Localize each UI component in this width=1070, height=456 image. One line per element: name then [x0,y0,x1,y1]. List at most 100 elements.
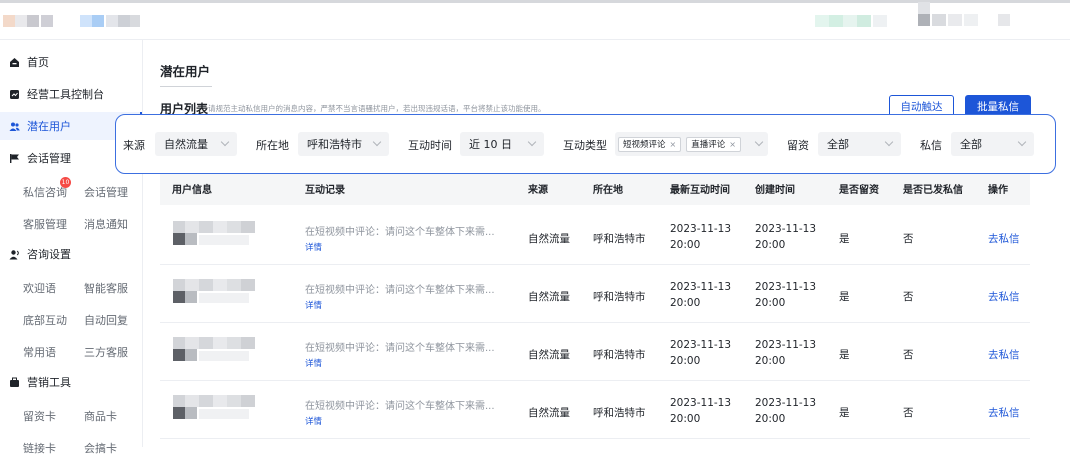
sidebar-sub-third-party-cs[interactable]: 三方客服 [84,344,128,360]
sidebar-sub-bottom-interact[interactable]: 底部互动 [23,312,67,328]
filter-time-value: 近 10 日 [469,138,512,151]
filter-source-select[interactable]: 自然流量 [155,132,237,156]
sidebar-sub-common-phrases[interactable]: 常用语 [23,344,56,360]
interaction-record: 在短视频中评论：请问这个车整体下来需... [305,343,495,354]
private-msg-badge: 10 [60,177,71,188]
type-tag-label: 短视频评论 [623,140,666,150]
lead-cell: 是 [839,349,850,361]
sidebar-item-label: 潜在用户 [27,120,71,133]
sidebar-item-label: 营销工具 [27,376,71,389]
filter-location-value: 呼和浩特市 [307,138,362,151]
header-user-info: 用户信息 [172,185,212,196]
sidebar-sub-smart-cs[interactable]: 智能客服 [84,280,128,296]
sidebar-sub-lead-card[interactable]: 留资卡 [23,408,56,424]
latest-time: 20:00 [670,297,701,309]
sidebar-sub-msg-notify[interactable]: 消息通知 [84,216,128,232]
filter-type-select[interactable]: 短视频评论 × 直播评论 × [615,132,768,156]
created-date: 2023-11-13 [755,281,817,293]
sidebar-item-dashboard[interactable]: 经营工具控制台 [0,80,142,108]
location-cell: 呼和浩特市 [593,349,646,361]
created-time: 20:00 [755,297,786,309]
source-cell: 自然流量 [528,349,570,361]
dashboard-icon [10,89,19,99]
filter-msg-label: 私信 [920,139,942,152]
close-icon[interactable]: × [729,140,736,149]
send-message-link[interactable]: 去私信 [988,405,1020,420]
location-cell: 呼和浩特市 [593,233,646,245]
sidebar-sub-coupon-card[interactable]: 会搞卡 [84,440,117,456]
created-date: 2023-11-13 [755,397,817,409]
chevron-down-icon [754,137,764,147]
created-time: 20:00 [755,413,786,425]
created-time: 20:00 [755,355,786,367]
send-message-link[interactable]: 去私信 [988,289,1020,304]
chevron-down-icon [527,137,537,147]
latest-date: 2023-11-13 [670,223,732,235]
filter-lead-value: 全部 [827,138,849,151]
blurred-app-name [80,12,142,28]
detail-link[interactable]: 详情 [305,241,322,253]
blurred-user-avatar[interactable] [918,2,1028,28]
header-location: 所在地 [593,185,623,196]
filter-msg-value: 全部 [960,138,982,151]
type-tag-label: 直播评论 [691,140,726,150]
sent-cell: 否 [903,349,914,361]
sidebar-sub-welcome[interactable]: 欢迎语 [23,280,56,296]
users-icon [9,122,20,131]
top-stripe [0,0,1070,3]
created-time: 20:00 [755,239,786,251]
send-message-link[interactable]: 去私信 [988,231,1020,246]
type-tag: 直播评论 × [686,136,741,152]
sidebar-sub-link-card[interactable]: 链接卡 [23,440,56,456]
list-note: 请规范主动私信用户的消息内容，严禁不当言语骚扰用户，若出现违规话语，平台将禁止该… [208,104,546,113]
filter-location-select[interactable]: 呼和浩特市 [298,132,389,156]
type-tag: 短视频评论 × [618,136,682,152]
filter-lead-label: 留资 [787,139,809,152]
sidebar-item-consult-settings[interactable]: 咨询设置 [0,240,142,268]
filter-time-select[interactable]: 近 10 日 [460,132,544,156]
detail-link[interactable]: 详情 [305,357,322,369]
close-icon[interactable]: × [670,140,677,149]
send-message-link[interactable]: 去私信 [988,347,1020,362]
sidebar-item-label: 经营工具控制台 [27,88,104,101]
blurred-user-info [173,395,255,419]
latest-date: 2023-11-13 [670,397,732,409]
sidebar-item-marketing-tools[interactable]: 营销工具 [0,368,142,396]
header-latest-time: 最新互动时间 [670,185,730,196]
header-action: 操作 [988,185,1008,196]
source-cell: 自然流量 [528,407,570,419]
filter-lead-select[interactable]: 全部 [818,132,901,156]
filter-source-value: 自然流量 [164,138,208,151]
filter-msg-select[interactable]: 全部 [951,132,1034,156]
sidebar-item-label: 首页 [27,56,49,69]
chevron-down-icon [884,137,894,147]
consult-icon [9,249,19,259]
briefcase-icon [10,377,19,387]
header-interaction-record: 互动记录 [305,185,345,196]
blurred-account[interactable] [815,12,905,28]
sidebar-item-home[interactable]: 首页 [0,48,142,76]
source-cell: 自然流量 [528,233,570,245]
chevron-down-icon [220,137,230,147]
sent-cell: 否 [903,407,914,419]
blurred-logo [0,12,56,28]
header-sent: 是否已发私信 [903,185,963,196]
chevron-down-icon [372,137,382,147]
interaction-record: 在短视频中评论：请问这个车整体下来需... [305,401,495,412]
sidebar-item-label: 咨询设置 [27,248,71,261]
lead-cell: 是 [839,233,850,245]
location-cell: 呼和浩特市 [593,291,646,303]
detail-link[interactable]: 详情 [305,415,322,427]
sent-cell: 否 [903,233,914,245]
detail-link[interactable]: 详情 [305,299,322,311]
sidebar-sub-session-mgmt[interactable]: 会话管理 [84,184,128,200]
sent-cell: 否 [903,291,914,303]
sidebar-sub-cs-mgmt[interactable]: 客服管理 [23,216,67,232]
header-source: 来源 [528,185,548,196]
sidebar-sub-product-card[interactable]: 商品卡 [84,408,117,424]
page-title: 潜在用户 [160,61,213,87]
sidebar-sub-private-msg[interactable]: 私信咨询 [23,184,67,200]
filter-type-label: 互动类型 [563,139,607,152]
filter-time-label: 互动时间 [408,139,452,152]
sidebar-sub-auto-reply[interactable]: 自动回复 [84,312,128,328]
